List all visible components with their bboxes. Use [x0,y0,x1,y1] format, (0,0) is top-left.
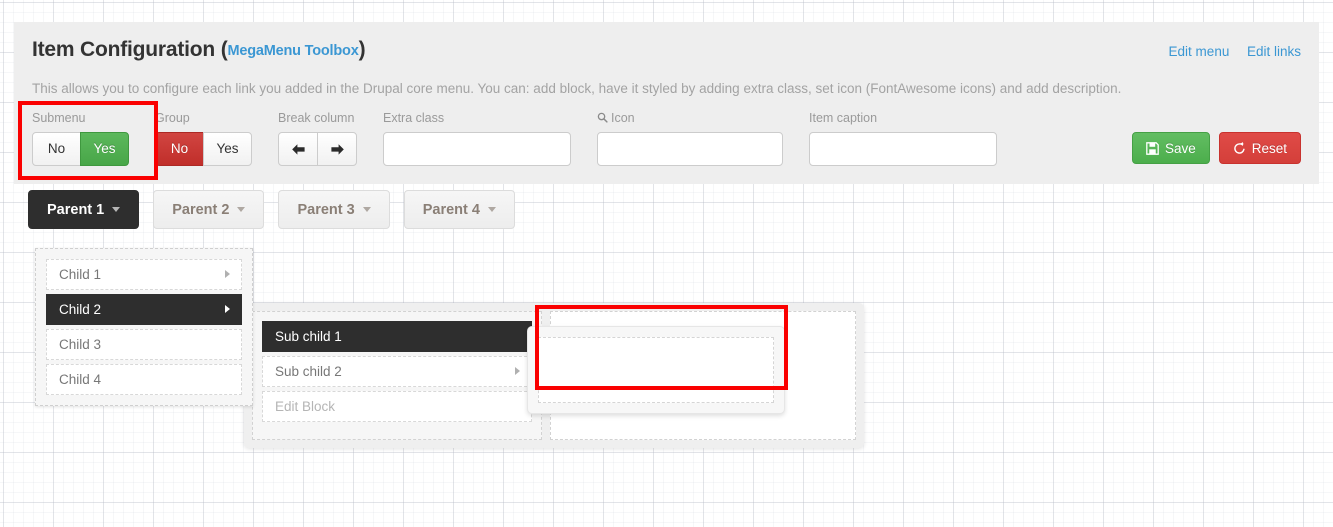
chevron-right-icon [225,270,230,278]
extra-class-control: Extra class [383,111,571,166]
block-region-column[interactable] [527,311,856,440]
edit-block-menu-item-label: Edit Block [275,399,336,414]
controls-row: Submenu No Yes Group No Yes Break column [32,110,1301,166]
item-caption-input[interactable] [809,132,997,166]
child-menu-item-4-label: Child 4 [59,372,102,387]
header-links: Edit menu Edit links [1155,44,1301,59]
search-icon [597,112,608,123]
chevron-down-icon [362,207,371,212]
submenu-option-no[interactable]: No [32,132,81,166]
group-control: Group No Yes [155,111,252,166]
save-button-label: Save [1164,140,1196,156]
sub-child-menu-item-2-label: Sub child 2 [275,364,342,379]
arrow-left-icon [291,143,305,155]
parent-menu-item-4[interactable]: Parent 4 [403,190,515,229]
sub-child-menu-item-2[interactable]: Sub child 2 [262,356,532,387]
chevron-right-icon [225,305,230,313]
icon-control: Icon [597,111,783,166]
break-column-left-button[interactable] [278,132,318,166]
parent-menu-item-4-label: Parent 4 [422,201,480,218]
parent-menu-item-2-label: Parent 2 [172,201,230,218]
mega-submenu-panel: Sub child 1 Sub child 2 Edit Block [244,303,864,448]
parent-menu-item-3-label: Parent 3 [297,201,355,218]
undo-arrow-icon [1233,141,1246,155]
item-caption-control: Item caption [809,111,997,166]
action-buttons: Save Reset [1131,132,1301,164]
title-paren-close: ) [358,38,366,61]
block-placeholder-inner [538,337,774,403]
arrow-right-icon [330,143,344,155]
group-option-yes[interactable]: Yes [203,132,252,166]
edit-block-menu-item[interactable]: Edit Block [262,391,532,422]
reset-button-label: Reset [1251,140,1287,156]
title-paren-open: ( [220,38,228,61]
parent-menu-row: Parent 1 Parent 2 Parent 3 Parent 4 [28,190,529,229]
group-option-no[interactable]: No [155,132,204,166]
break-column-control: Break column [278,111,357,166]
edit-links-link[interactable]: Edit links [1247,44,1301,59]
panel-header: Item Configuration (MegaMenu Toolbox) Ed… [32,38,1301,68]
floppy-disk-icon [1146,141,1159,155]
block-placeholder-card[interactable] [527,326,785,414]
child-menu-item-2-label: Child 2 [59,302,102,317]
item-configuration-panel: Item Configuration (MegaMenu Toolbox) Ed… [14,22,1319,184]
child-menu-item-3[interactable]: Child 3 [46,329,242,360]
sub-child-menu-item-1-label: Sub child 1 [275,329,342,344]
megamenu-toolbox-link[interactable]: MegaMenu Toolbox [228,43,359,59]
chevron-down-icon [237,207,246,212]
submenu-option-yes[interactable]: Yes [80,132,129,166]
extra-class-input[interactable] [383,132,571,166]
panel-description: This allows you to configure each link y… [32,81,1122,96]
submenu-control: Submenu No Yes [32,111,129,166]
break-column-button-group [278,132,357,166]
chevron-right-icon [515,367,520,375]
chevron-down-icon [112,207,121,212]
extra-class-label: Extra class [383,111,445,125]
child-menu-item-1[interactable]: Child 1 [46,259,242,290]
child-menu-panel: Child 1 Child 2 Child 3 Child 4 [35,248,253,406]
parent-menu-item-2[interactable]: Parent 2 [153,190,265,229]
group-label: Group [155,111,190,125]
break-column-right-button[interactable] [317,132,357,166]
sub-child-menu-column: Sub child 1 Sub child 2 Edit Block [252,311,542,440]
parent-menu-item-3[interactable]: Parent 3 [278,190,390,229]
submenu-label: Submenu [32,111,86,125]
icon-input[interactable] [597,132,783,166]
edit-menu-link[interactable]: Edit menu [1169,44,1230,59]
child-menu-item-4[interactable]: Child 4 [46,364,242,395]
save-button[interactable]: Save [1131,132,1210,164]
menu-preview: Parent 1 Parent 2 Parent 3 Parent 4 Chil… [28,190,864,448]
item-caption-label: Item caption [809,111,878,125]
parent-menu-item-1-label: Parent 1 [47,201,105,218]
icon-label-text: Icon [611,111,635,125]
icon-label: Icon [597,111,783,125]
group-toggle-group: No Yes [155,132,252,166]
parent-menu-item-1[interactable]: Parent 1 [28,190,140,229]
child-menu-item-1-label: Child 1 [59,267,102,282]
child-menu-item-2[interactable]: Child 2 [46,294,242,325]
page-title-text: Item Configuration [32,38,216,61]
submenu-toggle-group: No Yes [32,132,129,166]
break-column-label: Break column [278,111,355,125]
sub-child-menu-item-1[interactable]: Sub child 1 [262,321,532,352]
page-title: Item Configuration (MegaMenu Toolbox) [32,38,1301,62]
reset-button[interactable]: Reset [1218,132,1301,164]
child-menu-item-3-label: Child 3 [59,337,102,352]
chevron-down-icon [487,207,496,212]
